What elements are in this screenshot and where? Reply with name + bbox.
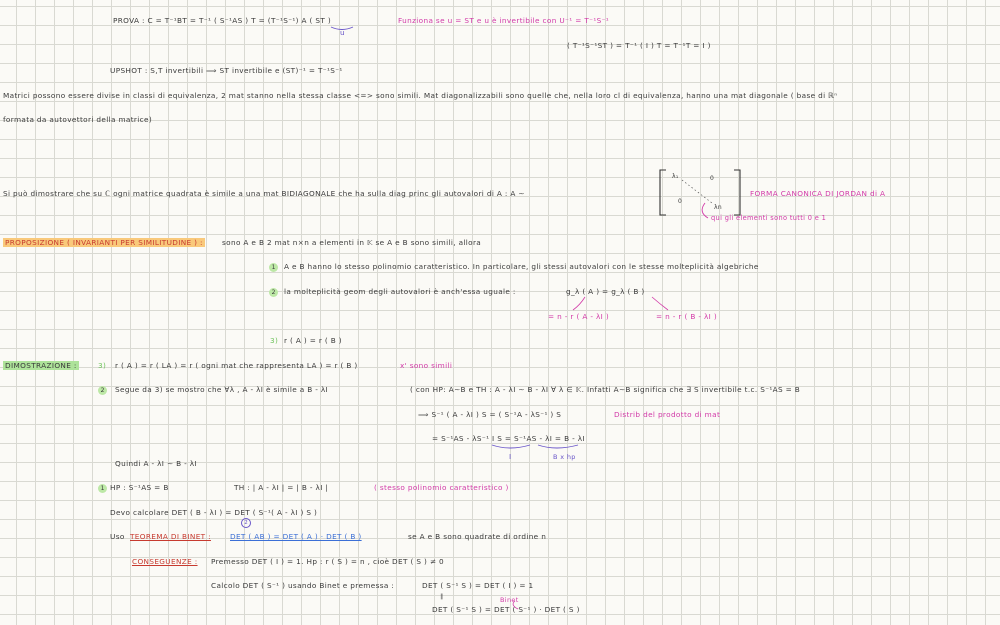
geometric-multiplicity-formula: g_λ ( A ) = g_λ ( B ) — [566, 287, 645, 296]
proof-1-badge: 1 — [98, 484, 107, 493]
proof-2-hp-note: B x hp — [553, 453, 576, 461]
proof-3-note: x' sono simili — [400, 361, 453, 370]
proof-2-badge: 2 — [98, 386, 107, 395]
proof-title: DIMOSTRAZIONE : — [3, 361, 79, 370]
proposition-statement: sono A e B 2 mat n×n a elementi in 𝕂 se … — [222, 238, 482, 247]
proof-2-step-1: ⟹ S⁻¹ ( A - λI ) S = ( S⁻¹A - λS⁻¹ ) S — [418, 410, 562, 419]
jordan-lambda-1: λ₁ — [672, 173, 679, 180]
prova-u-label: u — [340, 28, 345, 37]
devo-circled-2: 2 — [241, 518, 251, 528]
proof-2-text: Segue da 3) se mostro che ∀λ , A - λI è … — [115, 385, 329, 394]
uso-prefix: Uso — [110, 532, 125, 541]
calcolo-equation-2: DET ( S⁻¹ S ) = DET ( S⁻¹ ) · DET ( S ) — [432, 605, 580, 614]
devo-line: Devo calcolare DET ( B - λI ) = DET ( S⁻… — [110, 508, 318, 517]
binet-formula: DET ( AB ) = DET ( A ) · DET ( B ) — [230, 532, 362, 541]
proposition-title: PROPOSIZIONE ( INVARIANTI PER SIMILITUDI… — [3, 238, 205, 247]
jordan-zero-bottom: 0 — [678, 198, 683, 205]
jordan-lambda-n: λn — [714, 204, 723, 211]
proposition-point-1: A e B hanno lo stesso polinomio caratter… — [284, 262, 759, 271]
calcolo-equation: DET ( S⁻¹ S ) = DET ( I ) = 1 — [422, 581, 534, 590]
multiplicity-a: = n - r ( A - λI ) — [548, 312, 610, 321]
quindi-line: Quindi A - λI ∼ B - λI — [115, 459, 197, 468]
calcolo-parallel: ∥ — [440, 593, 444, 600]
proof-1-note: ( stesso polinomio caratteristico ) — [374, 483, 509, 492]
calcolo-line: Calcolo DET ( S⁻¹ ) usando Binet e preme… — [211, 581, 395, 590]
binet-condition: se A e B sono quadrate di ordine n — [408, 532, 547, 541]
proof-3-number: 3) — [98, 361, 107, 370]
consequences-title: CONSEGUENZE : — [132, 557, 198, 566]
proof-2-hypothesis: ( con HP: A∼B e TH : A - λI ∼ B - λI ∀ λ… — [410, 385, 801, 394]
proof-1-hypothesis: HP : S⁻¹AS = B — [110, 483, 169, 492]
point-1-badge: 1 — [269, 263, 278, 272]
multiplicity-b: = n - r ( B - λI ) — [656, 312, 718, 321]
jordan-zero-top: 0 — [710, 175, 715, 182]
binet-theorem-title: TEOREMA DI BINET : — [130, 532, 211, 541]
upshot-line: UPSHOT : S,T invertibili ⟹ ST invertibil… — [110, 66, 343, 75]
jordan-statement: Si può dimostrare che su ℂ ogni matrice … — [3, 189, 525, 198]
proof-1-thesis: TH : | A - λI | = | B - λI | — [234, 483, 329, 492]
jordan-label: FORMA CANONICA DI JORDAN di A — [750, 189, 886, 198]
proposition-point-3: r ( A ) = r ( B ) — [284, 336, 343, 345]
point-2-badge: 2 — [269, 288, 278, 297]
point-3-number: 3) — [270, 336, 279, 345]
prova-line: PROVA : C = T⁻¹BT = T⁻¹ ( S⁻¹AS ) T = (T… — [113, 16, 332, 25]
jordan-note: qui gli elementi sono tutti 0 e 1 — [711, 214, 827, 222]
consequences-text: Premesso DET ( I ) = 1. Hp : r ( S ) = n… — [211, 557, 444, 566]
proof-3-text: r ( A ) = r ( LA ) = r ( ogni mat che ra… — [115, 361, 358, 370]
proposition-point-2: la molteplicità geom degli autovalori è … — [284, 287, 516, 296]
proof-2-distrib-note: Distrib del prodotto di mat — [614, 410, 721, 419]
calcolo-binet-label: Binet — [500, 596, 519, 604]
proof-2-identity: I — [509, 452, 512, 461]
equivalence-paragraph: Matrici possono essere divise in classi … — [3, 91, 838, 100]
prova-note: Funziona se u = ST e u è invertibile con… — [398, 16, 610, 25]
equivalence-paragraph-cont: formata da autovettori della matrice) — [3, 115, 153, 124]
prova-check: ( T⁻¹S⁻¹ST ) = T⁻¹ ( I ) T = T⁻¹T = I ) — [567, 41, 711, 50]
proof-2-step-2: = S⁻¹AS - λS⁻¹ I S = S⁻¹AS - λI = B - λI — [432, 434, 585, 443]
